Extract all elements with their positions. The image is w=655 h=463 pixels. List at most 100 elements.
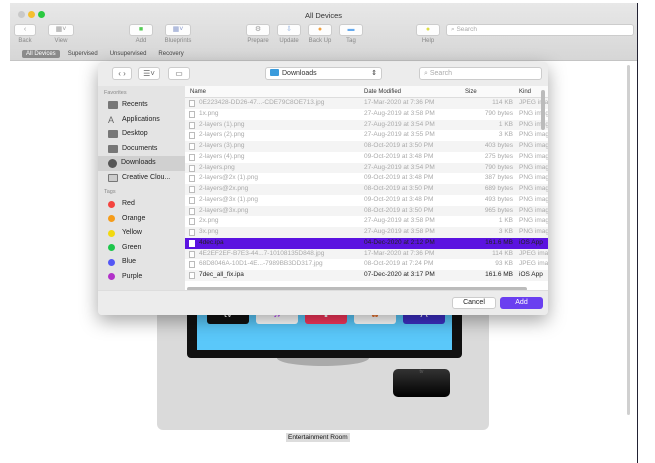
backup-button[interactable]: ● [308,24,332,36]
nav-back-forward[interactable]: ‹ › [112,67,132,80]
sidebar-item-recents[interactable]: Recents [98,98,185,113]
location-popup[interactable]: Downloads ⇕ [265,67,382,80]
add-file-button[interactable]: Add [500,297,543,309]
file-row[interactable]: 68D8046A-10D1-4E...-7989BB3DD317.jpg 08-O… [185,259,548,270]
file-date: 04-Dec-2020 at 2:12 PM [364,238,435,246]
view-button[interactable]: ▦˅ [48,24,74,36]
sidebar-tag-orange[interactable]: Orange [98,212,185,227]
file-row[interactable]: 4dec.ipa 04-Dec-2020 at 2:12 PM 161.6 MB iO… [185,237,548,249]
file-size: 114 KB [492,99,513,106]
file-row[interactable]: 2-layers@3x (1).png 09-Oct-2019 at 3:48 P… [185,195,548,206]
file-icon [189,132,195,140]
file-row[interactable]: 2x.png 27-Aug-2019 at 3:58 PM 1 KB PNG imag… [185,216,548,227]
location-label: Downloads [282,70,317,77]
view-options-button[interactable]: ☰˅ [138,67,160,80]
tag-color-dot-icon [108,200,115,208]
sidebar-label: Desktop [122,130,148,137]
file-name: 2-layers (1).png [199,120,245,128]
favorites-header: Favorites [104,90,127,96]
file-icon [189,121,195,129]
sidebar-tag-yellow[interactable]: Yellow [98,226,185,241]
tag-color-dot-icon [108,215,115,223]
cancel-button[interactable]: Cancel [452,297,496,309]
file-kind: PNG image [519,185,548,192]
back-label: Back [18,38,32,44]
sidebar-item-downloads[interactable]: Downloads [98,156,185,171]
blueprints-button[interactable]: ▦˅ [165,24,191,36]
help-button[interactable]: ● [416,24,440,36]
file-size: 965 bytes [484,206,513,214]
folder-icon [270,69,279,76]
sidebar: Favorites Recents A Applications Desktop … [98,86,185,290]
tags-header: Tags [104,189,116,195]
file-date: 09-Oct-2019 at 3:48 PM [364,174,434,182]
sidebar-item-documents[interactable]: Documents [98,142,185,157]
file-date: 27-Aug-2019 at 3:55 PM [364,131,435,139]
file-kind: PNG image [519,217,548,225]
file-row[interactable]: 2-layers (3).png 08-Oct-2019 at 3:50 PM 40… [185,141,548,152]
file-name: 2-layers (3).png [199,142,245,149]
file-row[interactable]: 2-layers@2x (1).png 09-Oct-2019 at 3:48 P… [185,173,548,184]
file-date: 08-Oct-2019 at 3:50 PM [364,206,434,214]
file-icon [189,250,195,258]
file-size: 1 KB [498,217,513,225]
tab-unsupervised[interactable]: Unsupervised [106,50,151,58]
file-date: 08-Oct-2019 at 3:50 PM [364,185,434,192]
file-name: 3x.png [199,228,219,235]
tag-label: Blue [122,258,137,265]
file-icon [189,143,195,150]
column-size[interactable]: Size [463,86,519,97]
tab-recovery[interactable]: Recovery [154,50,187,58]
sidebar-label: Recents [122,101,148,108]
sidebar-item-creative-cloud[interactable]: Creative Clou... [98,171,185,186]
tab-all-devices[interactable]: All Devices [22,50,60,58]
column-date-modified[interactable]: Date Modified [361,86,463,97]
view-label: View [54,38,68,44]
file-size: 161.6 MB [485,271,513,278]
file-row[interactable]: 2-layers (2).png 27-Aug-2019 at 3:55 PM 3 … [185,130,548,141]
tag-color-dot-icon [108,273,115,281]
file-row[interactable]: 2-layers@3x.png 08-Oct-2019 at 3:50 PM 965… [185,205,548,217]
sidebar-label: Documents [122,144,158,152]
prepare-button[interactable]: ⚙ [246,24,270,36]
file-row[interactable]: 2-layers.png 27-Aug-2019 at 3:54 PM 790 by… [185,162,548,174]
back-button[interactable]: ‹ [14,24,36,36]
sidebar-tag-purple[interactable]: Purple [98,270,185,285]
help-label: Help [421,38,435,44]
update-button[interactable]: ⇩ [277,24,301,36]
tag-button[interactable]: ▬ [339,24,363,36]
search-input[interactable]: ⌕ Search [446,24,634,36]
column-name[interactable]: Name [185,86,361,97]
tag-label: Green [122,243,142,251]
box-label: tv [419,369,424,375]
file-date: 08-Oct-2019 at 3:50 PM [364,142,434,149]
sidebar-item-desktop[interactable]: Desktop [98,127,185,142]
dialog-search-placeholder: Search [429,70,453,77]
file-name: 7dec_all_fix.ipa [199,271,244,278]
file-icon [189,153,195,161]
file-row[interactable]: 2-layers (1).png 27-Aug-2019 at 3:54 PM 1 … [185,119,548,131]
dialog-search-input[interactable]: ⌕ Search [419,67,542,80]
file-row[interactable]: 7dec_all_fix.ipa 07-Dec-2020 at 3:17 PM 16… [185,270,548,281]
sidebar-tag-red[interactable]: Red [98,197,185,212]
new-folder-button[interactable]: ▭ [168,67,190,80]
vertical-scrollbar[interactable] [627,65,630,415]
file-icon [189,229,195,236]
file-row[interactable]: 2-layers (4).png 09-Oct-2019 at 3:48 PM 27… [185,152,548,163]
tab-supervised[interactable]: Supervised [64,50,102,58]
update-label: Update [279,38,299,44]
sidebar-tag-green[interactable]: Green [98,241,185,256]
file-list-vertical-scrollbar[interactable] [541,90,545,130]
file-row[interactable]: 1x.png 27-Aug-2019 at 3:58 PM 790 bytes PNG… [185,109,548,120]
file-date: 27-Aug-2019 at 3:58 PM [364,217,435,225]
file-row[interactable]: 2-layers@2x.png 08-Oct-2019 at 3:50 PM 689… [185,184,548,195]
file-date: 08-Oct-2019 at 7:24 PM [364,260,434,268]
title-bar: All Devices ‹ Back ▦˅ View ■ Add ▦˅ Blue… [10,3,637,61]
tag-color-dot-icon [108,258,115,266]
sidebar-item-applications[interactable]: A Applications [98,113,185,128]
file-row[interactable]: 4E2EF2EF-B7E3-44...7-10108135D848.jpg 17-… [185,248,548,260]
sidebar-tag-blue[interactable]: Blue [98,255,185,270]
file-row[interactable]: 0E223428-DD26-47...-CDE79C8OE713.jpg 17-M… [185,98,548,109]
file-row[interactable]: 3x.png 27-Aug-2019 at 3:58 PM 3 KB PNG imag… [185,227,548,238]
add-button[interactable]: ■ [129,24,153,36]
